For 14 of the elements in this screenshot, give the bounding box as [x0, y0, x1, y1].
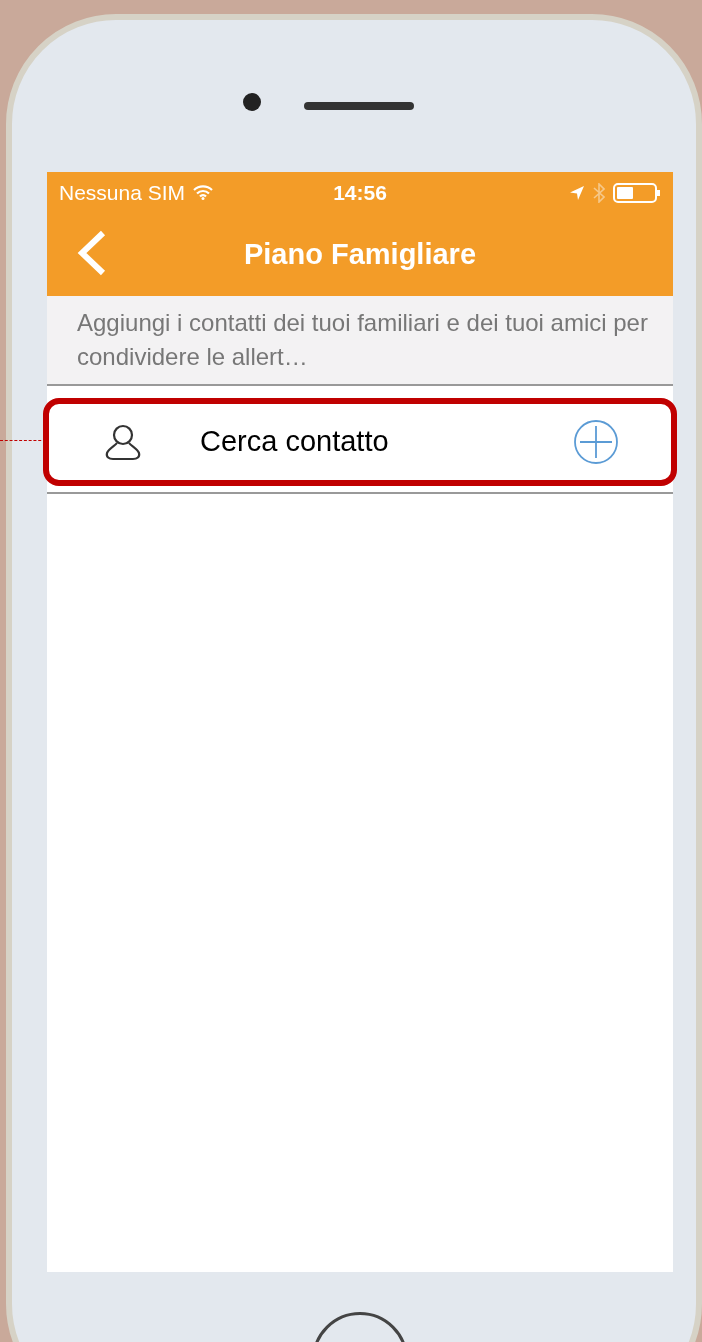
contact-search-row[interactable]: Cerca contatto — [43, 397, 677, 486]
nav-title: Piano Famigliare — [243, 238, 477, 272]
wifi-icon — [193, 185, 214, 201]
speaker-icon — [304, 102, 414, 110]
carrier-label: Nessuna SIM — [59, 180, 186, 205]
status-time: 14:56 — [333, 180, 387, 205]
back-button[interactable] — [77, 229, 107, 276]
camera-icon — [243, 93, 261, 111]
description-text: Aggiungi i contatti dei tuoi familiari e dei tuoi amici per condividere le allert… — [77, 307, 649, 372]
location-arrow-icon — [569, 184, 585, 201]
battery-icon — [613, 182, 661, 203]
add-icon[interactable] — [573, 418, 619, 465]
search-contact-label: Cerca contatto — [200, 425, 390, 459]
bluetooth-icon — [593, 182, 605, 203]
